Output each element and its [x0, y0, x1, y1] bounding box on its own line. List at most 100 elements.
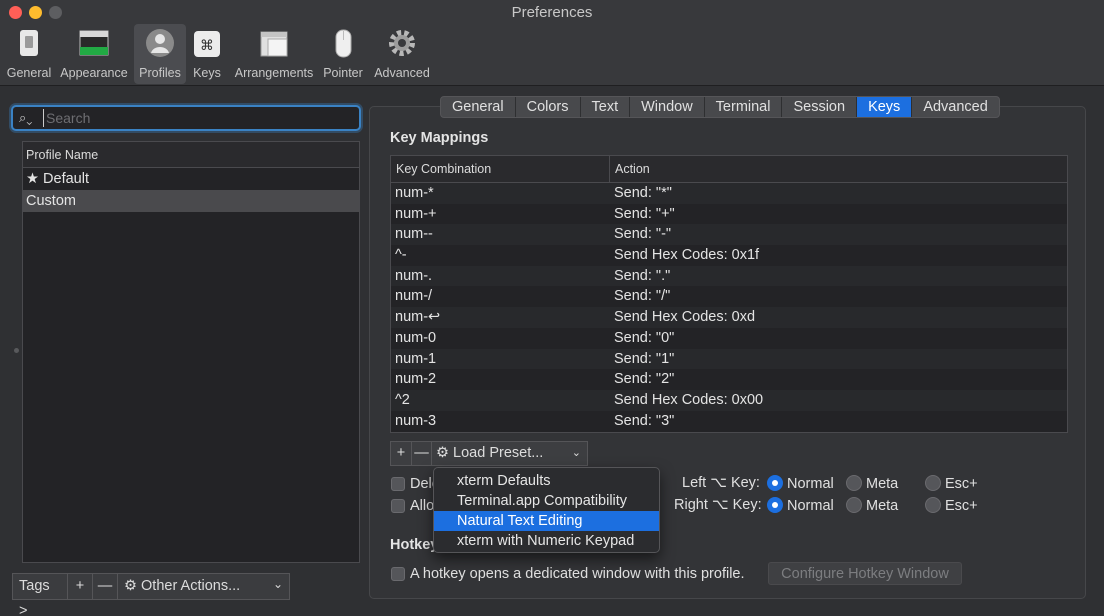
title-bar: Preferences General Appearance Profiles … [0, 0, 1104, 86]
tags-button[interactable]: Tags > [12, 573, 68, 616]
action-cell: Send: "2" [614, 371, 675, 388]
advanced-gear-icon [389, 30, 415, 56]
key-combination-cell: num-2 [395, 371, 437, 388]
pointer-mouse-icon [335, 29, 352, 58]
table-row[interactable]: num-. Send: "." [391, 265, 1067, 287]
table-row[interactable]: ^- Send Hex Codes: 0x1f [391, 245, 1067, 266]
tab-colors[interactable]: Colors [516, 97, 581, 117]
action-cell: Send: "1" [614, 350, 675, 367]
key-combination-cell: num-1 [395, 350, 437, 367]
profile-name-column-header[interactable]: Profile Name [23, 142, 359, 168]
key-mappings-controls: + — ⚙ Load Preset... ⌄ [390, 441, 588, 466]
menu-item-natural-text-editing[interactable]: Natural Text Editing [434, 511, 659, 531]
chevron-down-icon: ⌄ [272, 577, 283, 591]
table-row[interactable]: num-0 Send: "0" [391, 328, 1067, 349]
tab-text[interactable]: Text [581, 97, 631, 117]
profile-list[interactable]: Profile Name ★ Default Custom [22, 141, 360, 563]
toolbar-pointer[interactable]: Pointer [320, 24, 366, 84]
action-cell: Send: "*" [614, 185, 672, 201]
table-row[interactable]: num-* Send: "*" [391, 183, 1067, 204]
search-input[interactable] [43, 109, 353, 127]
toolbar-appearance[interactable]: Appearance [58, 24, 130, 84]
menu-item-xterm-defaults[interactable]: xterm Defaults [434, 471, 659, 491]
svg-text:⌘: ⌘ [200, 38, 214, 54]
add-profile-button[interactable]: + [68, 573, 93, 600]
table-row[interactable]: num-- Send: "-" [391, 224, 1067, 246]
action-cell: Send: "/" [614, 288, 671, 305]
table-row[interactable]: num-/ Send: "/" [391, 286, 1067, 307]
left-option-normal-label: Normal [787, 476, 834, 492]
tab-session[interactable]: Session [782, 97, 858, 117]
tab-window[interactable]: Window [630, 97, 705, 117]
profile-row-custom[interactable]: Custom [23, 190, 359, 212]
tab-general[interactable]: General [441, 97, 516, 117]
profile-search-field[interactable]: ⌕⌄ [11, 105, 361, 131]
toolbar-keys[interactable]: ⌘ Keys [190, 24, 224, 84]
add-key-mapping-button[interactable]: + [390, 441, 412, 466]
left-option-normal-radio[interactable] [767, 475, 783, 491]
table-row[interactable]: ^2 Send Hex Codes: 0x00 [391, 389, 1067, 411]
load-preset-button[interactable]: ⚙ Load Preset... ⌄ [432, 441, 588, 466]
key-combination-column-header[interactable]: Key Combination [391, 156, 610, 182]
table-row[interactable]: num-3 Send: "3" [391, 411, 1067, 432]
right-option-esc-label: Esc+ [945, 498, 978, 514]
remove-key-mapping-button[interactable]: — [412, 441, 432, 466]
key-combination-cell: num-* [395, 185, 434, 201]
menu-item-terminal-app-compatibility[interactable]: Terminal.app Compatibility [434, 491, 659, 511]
action-cell: Send: "+" [614, 205, 675, 222]
configure-hotkey-window-button[interactable]: Configure Hotkey Window [768, 562, 962, 585]
other-actions-label: Other Actions... [141, 578, 241, 594]
allow-checkbox[interactable] [391, 499, 405, 513]
profile-name: Default [43, 171, 89, 187]
toolbar-arrangements[interactable]: Arrangements [232, 24, 316, 84]
other-actions-button[interactable]: ⚙ Other Actions... ⌄ [118, 573, 290, 600]
tab-keys[interactable]: Keys [857, 97, 913, 117]
hotkey-section-title: Hotkey [390, 537, 439, 553]
right-option-normal-radio[interactable] [767, 497, 783, 513]
key-mappings-table[interactable]: Key Combination Action num-* Send: "*" num… [390, 155, 1068, 433]
table-row[interactable]: num-+ Send: "+" [391, 204, 1067, 225]
remove-profile-button[interactable]: — [93, 573, 118, 600]
table-row[interactable]: num-2 Send: "2" [391, 369, 1067, 390]
profile-row-default[interactable]: ★ Default [23, 168, 359, 190]
load-preset-menu: xterm Defaults Terminal.app Compatibilit… [433, 467, 660, 553]
search-icon: ⌕⌄ [19, 110, 33, 125]
left-option-key-label: Left ⌥ Key: [682, 475, 760, 491]
profile-name: Custom [26, 193, 76, 209]
arrangements-windows-icon [260, 31, 288, 57]
action-cell: Send: "." [614, 267, 671, 284]
delete-sends-ctrl-h-checkbox[interactable] [391, 477, 405, 491]
appearance-window-icon [79, 30, 109, 56]
left-option-esc-label: Esc+ [945, 476, 978, 492]
right-option-normal-label: Normal [787, 498, 834, 514]
action-cell: Send: "-" [614, 226, 672, 243]
table-row[interactable]: num-1 Send: "1" [391, 348, 1067, 370]
toolbar-general[interactable]: General [4, 24, 54, 84]
action-cell: Send Hex Codes: 0x1f [614, 247, 760, 264]
profile-actions-bar: Tags > + — ⚙ Other Actions... ⌄ [12, 573, 290, 616]
tab-terminal[interactable]: Terminal [705, 97, 783, 117]
toolbar-profiles[interactable]: Profiles [134, 24, 186, 84]
hotkey-window-checkbox[interactable] [391, 567, 405, 581]
window-title: Preferences [511, 4, 593, 21]
left-option-meta-radio[interactable] [846, 475, 862, 491]
tab-advanced[interactable]: Advanced [912, 97, 999, 117]
action-column-header[interactable]: Action [610, 156, 650, 182]
left-option-esc-radio[interactable] [925, 475, 941, 491]
gear-icon: ⚙ [436, 445, 449, 461]
right-option-esc-radio[interactable] [925, 497, 941, 513]
action-cell: Send: "3" [614, 412, 675, 429]
load-preset-label: Load Preset... [453, 445, 544, 461]
right-option-meta-radio[interactable] [846, 497, 862, 513]
split-view-handle[interactable] [14, 348, 19, 353]
right-option-key-label: Right ⌥ Key: [674, 497, 762, 513]
menu-item-xterm-numeric-keypad[interactable]: xterm with Numeric Keypad [434, 531, 659, 551]
right-option-meta-label: Meta [866, 498, 899, 514]
key-combination-cell: num-↩ [395, 309, 441, 326]
general-switch-icon [20, 30, 38, 56]
key-combination-cell: ^- [395, 247, 407, 264]
toolbar-advanced[interactable]: Advanced [371, 24, 433, 84]
key-combination-cell: ^2 [395, 391, 410, 408]
left-option-meta-label: Meta [866, 476, 899, 492]
table-row[interactable]: num-↩ Send Hex Codes: 0xd [391, 307, 1067, 328]
